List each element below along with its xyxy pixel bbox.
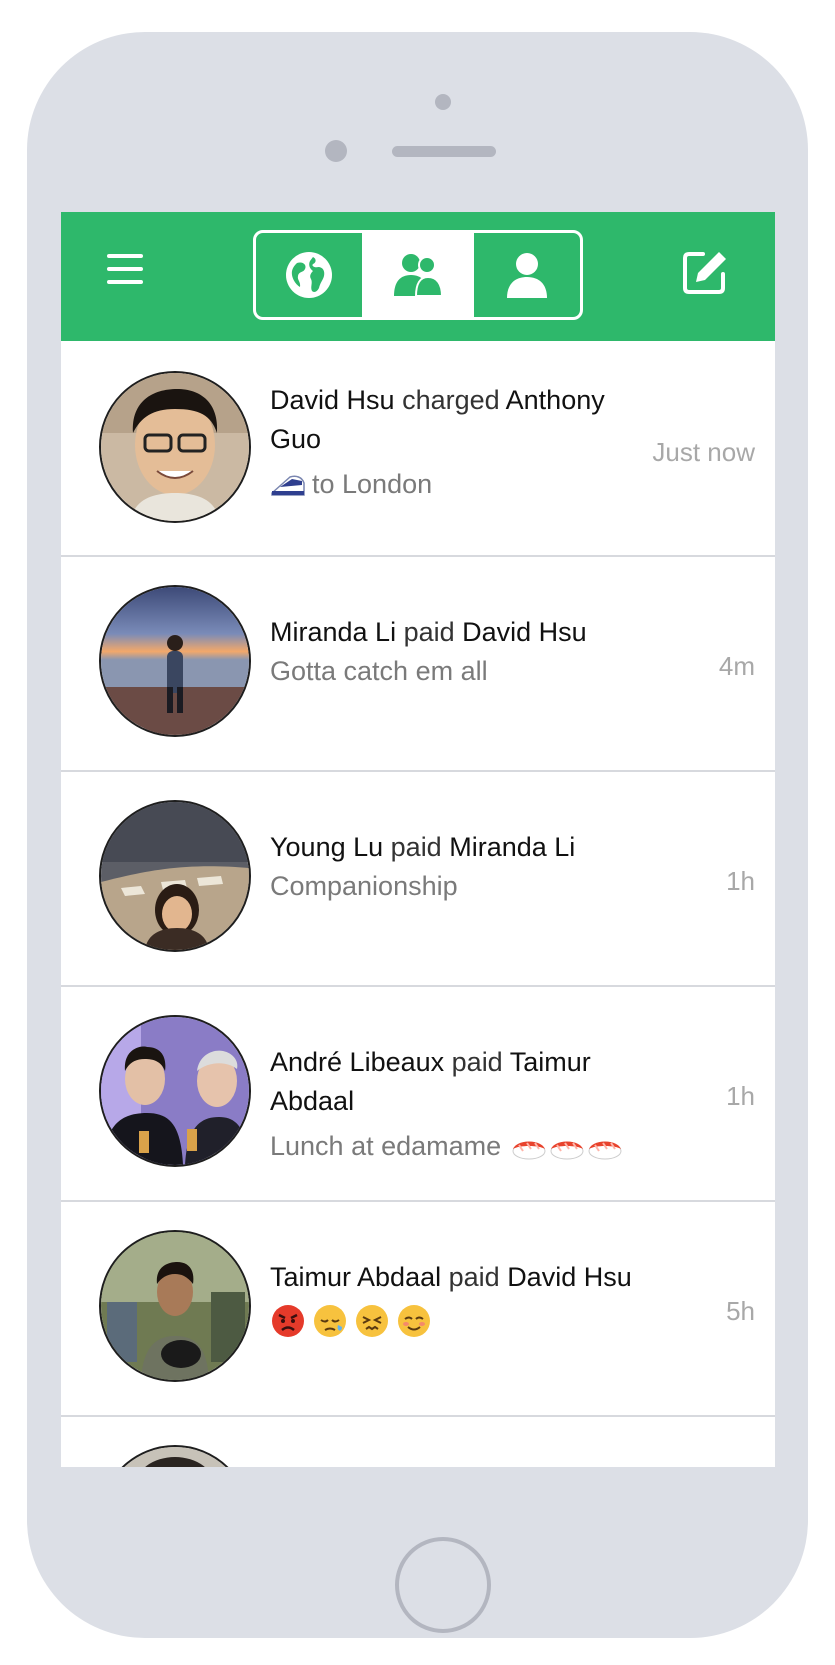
earpiece-speaker — [392, 146, 496, 157]
feed-item-note: Companionship — [270, 871, 458, 901]
feed-item-title: André Libeaux paid Taimur Abdaal — [270, 1043, 655, 1121]
avatar — [99, 1230, 251, 1382]
timestamp: 1h — [726, 1081, 755, 1111]
feed-item-note: to London — [270, 465, 655, 504]
sleepy-face-emoji — [314, 1305, 346, 1337]
actor-name[interactable]: Miranda Li — [270, 617, 396, 647]
proximity-sensor — [325, 140, 347, 162]
feed-item-note: Lunch at edamame — [270, 1127, 655, 1166]
activity-feed: David Hsu charged Anthony Guo to London … — [61, 341, 775, 1467]
target-name[interactable]: David Hsu — [507, 1262, 632, 1292]
feed-item-title: Miranda Li paid David Hsu — [270, 613, 655, 652]
feed-item-note — [270, 1303, 655, 1339]
timestamp: Just now — [652, 437, 755, 467]
person-icon — [507, 253, 547, 298]
feed-item[interactable]: Young Lu paid Miranda Li Companionship 1… — [61, 772, 775, 987]
top-nav-bar — [61, 212, 775, 341]
timestamp: 5h — [726, 1296, 755, 1326]
avatar — [99, 1445, 251, 1467]
feed-item-title: David Hsu charged Anthony Guo — [270, 381, 655, 459]
angry-face-emoji — [272, 1305, 304, 1337]
actor-name[interactable]: Taimur Abdaal — [270, 1262, 441, 1292]
feed-item[interactable]: David Hsu charged Anthony Guo to London … — [61, 341, 775, 557]
sushi-emoji — [588, 1141, 622, 1159]
actor-name[interactable]: David Hsu — [270, 385, 395, 415]
feed-item[interactable]: Miranda Li paid David Hsu Gotta catch em… — [61, 557, 775, 772]
tab-mine[interactable] — [471, 233, 580, 317]
sushi-emoji — [550, 1141, 584, 1159]
action-verb: paid — [403, 617, 455, 647]
action-verb: paid — [451, 1047, 503, 1077]
avatar — [99, 371, 251, 523]
avatar — [99, 1015, 251, 1167]
timestamp: 1h — [726, 866, 755, 896]
actor-name[interactable]: André Libeaux — [270, 1047, 444, 1077]
globe-icon — [286, 252, 332, 298]
sushi-emoji — [512, 1141, 546, 1159]
target-name[interactable]: David Hsu — [462, 617, 587, 647]
action-verb: charged — [402, 385, 500, 415]
feed-item[interactable]: Taimur Abdaal paid David Hsu 5h — [61, 1202, 775, 1417]
feed-item-title: Taimur Abdaal paid David Hsu — [270, 1258, 655, 1297]
tab-friends[interactable] — [362, 233, 471, 317]
feed-item-title: Young Lu paid Miranda Li — [270, 828, 655, 867]
action-verb: paid — [448, 1262, 500, 1292]
friends-icon — [394, 254, 444, 297]
actor-name[interactable]: Young Lu — [270, 832, 383, 862]
target-name[interactable]: Miranda Li — [449, 832, 575, 862]
feed-scope-segmented-control — [253, 230, 583, 320]
compose-icon — [683, 252, 726, 294]
train-emoji — [271, 475, 305, 496]
front-camera — [435, 94, 451, 110]
timestamp: 4m — [718, 651, 755, 681]
feed-item[interactable]: André Libeaux paid Taimur Abdaal Lunch a… — [61, 987, 775, 1202]
smiling-face-emoji — [398, 1305, 430, 1337]
home-button[interactable] — [395, 1537, 491, 1633]
app-screen: David Hsu charged Anthony Guo to London … — [61, 212, 775, 1467]
persevering-face-emoji — [356, 1305, 388, 1337]
menu-button[interactable] — [107, 252, 147, 286]
feed-item-note: Gotta catch em all — [270, 656, 488, 686]
feed-item[interactable] — [61, 1417, 775, 1467]
avatar — [99, 800, 251, 952]
avatar — [99, 585, 251, 737]
compose-button[interactable] — [681, 248, 729, 296]
tab-public[interactable] — [256, 233, 362, 317]
action-verb: paid — [390, 832, 442, 862]
